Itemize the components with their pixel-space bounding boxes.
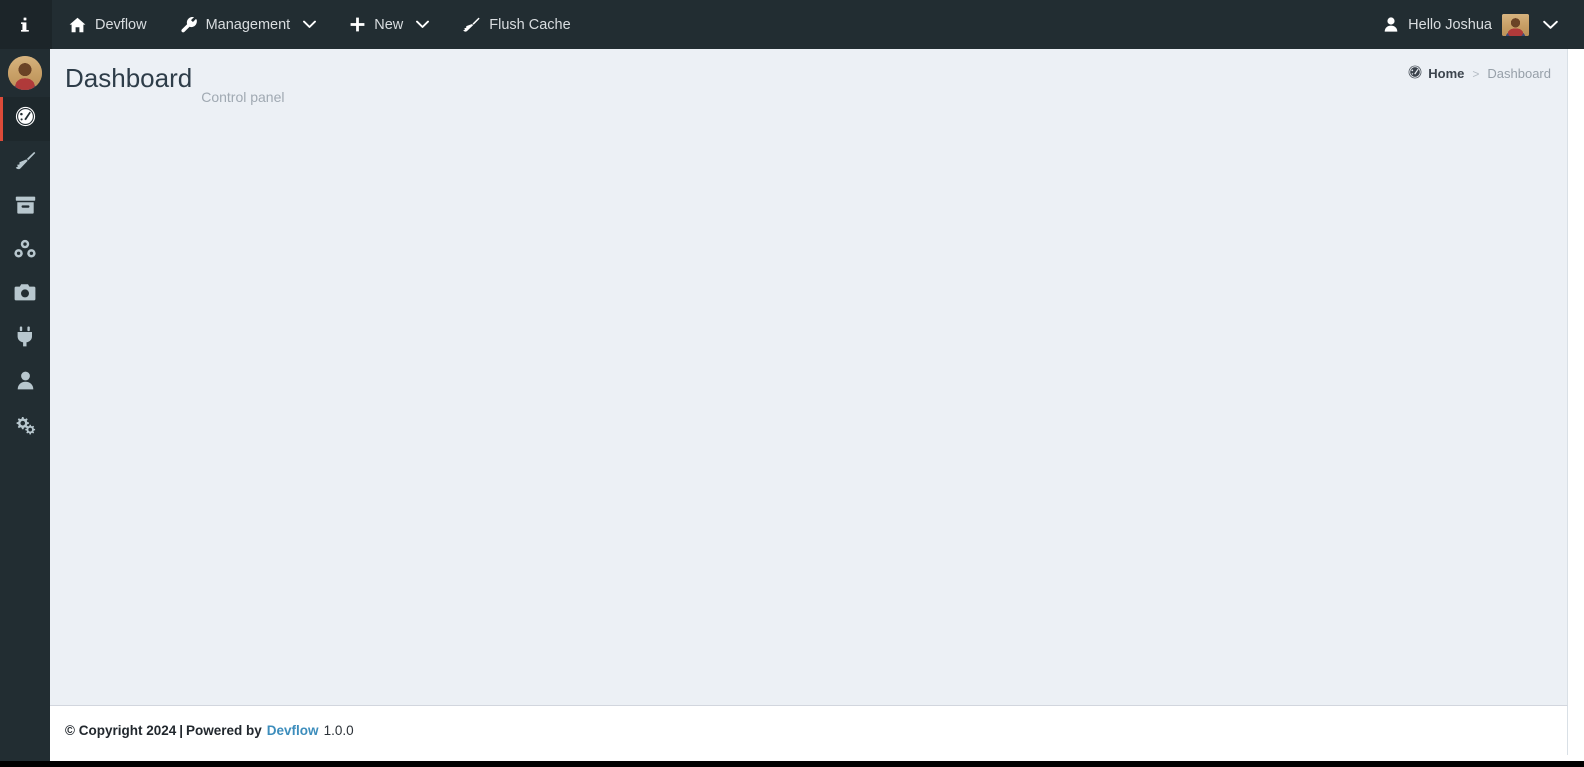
- content-wrapper: Dashboard Control panel Home > Dashboard…: [50, 49, 1584, 767]
- scrollbar-gutter[interactable]: [1568, 49, 1584, 767]
- user-greeting-label: Hello Joshua: [1408, 16, 1492, 33]
- dashboard-gauge-icon: [1408, 65, 1422, 82]
- breadcrumb-current: Dashboard: [1487, 66, 1551, 81]
- sidebar-item-users[interactable]: [0, 361, 50, 405]
- breadcrumb-separator: >: [1472, 66, 1480, 81]
- nav-item-management-label: Management: [205, 16, 291, 33]
- plug-icon: [16, 326, 34, 352]
- content-area: Dashboard Control panel Home > Dashboard: [50, 49, 1568, 705]
- app-root: Devflow Management New Flush Cache Hello…: [0, 0, 1584, 767]
- gears-icon: [14, 415, 37, 440]
- user-menu-button[interactable]: Hello Joshua: [1378, 0, 1564, 49]
- footer-copyright: © Copyright 2024: [65, 723, 177, 738]
- footer-separator: |: [179, 723, 184, 738]
- nav-item-new-label: New: [374, 16, 404, 33]
- chevron-down-icon: [1543, 20, 1558, 30]
- wrench-icon: [180, 16, 197, 33]
- breadcrumb-home-label: Home: [1428, 66, 1465, 81]
- page-title: Dashboard: [65, 63, 193, 93]
- cubes-icon: [14, 239, 36, 264]
- nav-item-devflow-label: Devflow: [95, 16, 147, 33]
- plus-icon: [350, 17, 365, 32]
- footer-powered-by: Powered by: [186, 723, 262, 738]
- page-subtitle: Control panel: [201, 89, 285, 105]
- sidebar-user-panel[interactable]: [0, 49, 50, 97]
- camera-icon: [14, 283, 36, 307]
- dashboard-gauge-icon: [15, 106, 36, 132]
- sidebar-item-flush-cache[interactable]: [0, 141, 50, 185]
- sidebar-item-plugins[interactable]: [0, 317, 50, 361]
- nav-item-flush-cache[interactable]: Flush Cache: [446, 0, 587, 49]
- chevron-down-icon: [303, 20, 317, 29]
- footer-version: 1.0.0: [323, 723, 354, 738]
- nav-item-management[interactable]: Management: [164, 0, 334, 49]
- sidebar-item-settings[interactable]: [0, 405, 50, 449]
- sidebar-item-media[interactable]: [0, 273, 50, 317]
- page-header: Dashboard Control panel Home > Dashboard: [50, 49, 1567, 107]
- nav-item-devflow[interactable]: Devflow: [52, 0, 164, 49]
- top-navbar: Devflow Management New Flush Cache Hello…: [0, 0, 1584, 49]
- sidebar: [0, 49, 50, 767]
- nav-item-new[interactable]: New: [333, 0, 446, 49]
- sidebar-item-dashboard[interactable]: [0, 97, 50, 141]
- footer-brand-link[interactable]: Devflow: [267, 723, 319, 738]
- avatar: [1502, 13, 1529, 36]
- broom-icon: [463, 17, 480, 33]
- page-footer: © Copyright 2024 | Powered by Devflow 1.…: [50, 705, 1568, 755]
- window-bottom-edge: [0, 761, 1584, 767]
- top-navbar-left: Devflow Management New Flush Cache: [0, 0, 588, 49]
- avatar: [8, 56, 42, 90]
- info-button[interactable]: [0, 0, 52, 49]
- user-icon: [17, 371, 34, 395]
- broom-icon: [15, 151, 36, 176]
- user-icon: [1384, 17, 1398, 32]
- info-icon: [18, 17, 32, 33]
- sidebar-item-archive[interactable]: [0, 185, 50, 229]
- chevron-down-icon: [416, 20, 430, 29]
- sidebar-item-modules[interactable]: [0, 229, 50, 273]
- archive-box-icon: [15, 195, 36, 220]
- top-navbar-right: Hello Joshua: [1378, 0, 1584, 49]
- breadcrumb: Home > Dashboard: [1408, 65, 1551, 82]
- home-icon: [69, 17, 86, 33]
- nav-item-flush-cache-label: Flush Cache: [489, 16, 571, 33]
- breadcrumb-home[interactable]: Home: [1408, 65, 1464, 82]
